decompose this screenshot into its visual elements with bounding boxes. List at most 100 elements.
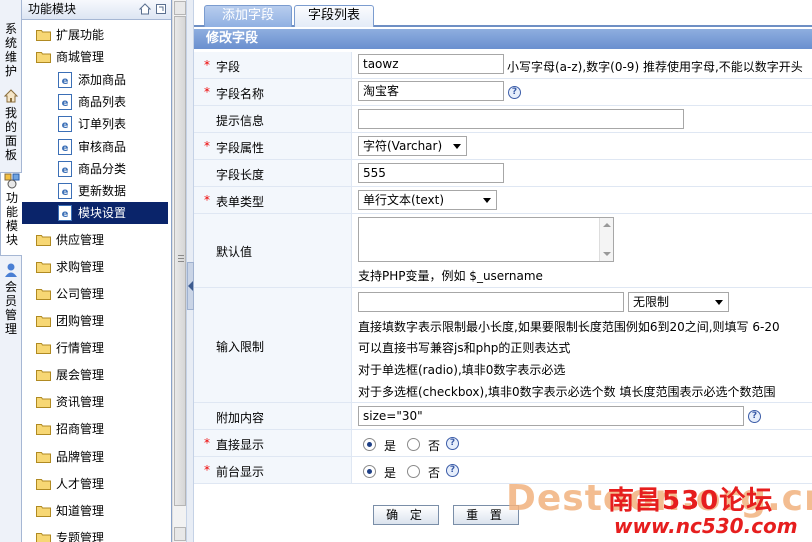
module-tree-panel: 功能模块 扩展功能 商城管理 e 添加商品 e 商品列表 e 订单列表 e 审核商品 e 商品分类 e 更…	[22, 0, 172, 542]
help-icon[interactable]: ?	[748, 410, 761, 423]
row-default: 默认值 支持PHP变量，例如 $_username	[194, 214, 812, 288]
attr-select[interactable]: 字符(Varchar)	[358, 136, 467, 156]
default-textarea[interactable]	[358, 217, 614, 262]
tree-item[interactable]: 商城管理	[22, 46, 168, 68]
help-icon[interactable]: ?	[446, 437, 459, 450]
direct-show-yes-label: 是	[384, 439, 397, 453]
field-name-input[interactable]: 淘宝客	[358, 81, 504, 101]
row-tip: 提示信息	[194, 106, 812, 133]
tab-bar: 添加字段 字段列表	[194, 0, 812, 27]
side-tab-modules[interactable]: 功能模块	[0, 172, 23, 256]
tree-item[interactable]: e 审核商品	[22, 136, 168, 158]
tree-item[interactable]: 专题管理	[22, 527, 168, 542]
folder-icon	[36, 262, 51, 273]
form-type-select-value: 单行文本(text)	[363, 193, 445, 207]
scroll-down-arrow[interactable]	[174, 527, 186, 541]
tip-input[interactable]	[358, 109, 684, 129]
tree-item[interactable]: 知道管理	[22, 500, 168, 522]
limit-input[interactable]	[358, 292, 624, 312]
tree-item-label: 审核商品	[78, 140, 127, 154]
modules-icon	[4, 173, 20, 189]
folder-icon	[36, 370, 51, 381]
tab-add-field[interactable]: 添加字段	[204, 5, 292, 27]
direct-show-no-radio[interactable]	[407, 438, 420, 451]
svg-text:e: e	[62, 76, 69, 87]
row-length: 字段长度 555	[194, 160, 812, 187]
help-icon[interactable]: ?	[508, 86, 521, 99]
page-icon: e	[58, 205, 72, 221]
front-show-yes-label: 是	[384, 466, 397, 480]
tree-item[interactable]: 品牌管理	[22, 446, 168, 468]
tree-item[interactable]: 求购管理	[22, 256, 168, 278]
front-show-yes-radio[interactable]	[363, 465, 376, 478]
tree-scrollbar[interactable]	[172, 0, 186, 542]
tree-item[interactable]: e 更新数据	[22, 180, 168, 202]
folder-icon	[36, 316, 51, 327]
front-show-no-radio[interactable]	[407, 465, 420, 478]
tree-item-label: 添加商品	[78, 73, 127, 87]
folder-icon	[36, 506, 51, 517]
form-type-select[interactable]: 单行文本(text)	[358, 190, 497, 210]
tree-item[interactable]: 扩展功能	[22, 24, 168, 46]
tree-item[interactable]: 团购管理	[22, 310, 168, 332]
collapse-left-icon	[188, 281, 193, 291]
tree-item[interactable]: 招商管理	[22, 418, 168, 440]
tree-item[interactable]: 展会管理	[22, 364, 168, 386]
row-field-name: * 字段名称 淘宝客 ?	[194, 79, 812, 106]
default-hint: 支持PHP变量，例如 $_username	[358, 269, 543, 283]
textarea-scrollbar[interactable]	[599, 218, 613, 261]
tree-item[interactable]: 人才管理	[22, 473, 168, 495]
row-attr: * 字段属性 字符(Varchar)	[194, 133, 812, 160]
length-input[interactable]: 555	[358, 163, 504, 183]
chevron-down-icon	[483, 198, 491, 203]
default-label: 默认值	[216, 245, 253, 259]
tree-item-label: 公司管理	[56, 287, 105, 301]
tree-item-label: 团购管理	[56, 314, 105, 328]
side-tab-system[interactable]: 系统维护	[0, 22, 22, 78]
tree-item-label: 资讯管理	[56, 395, 105, 409]
side-tab-members[interactable]: 会员管理	[0, 262, 22, 336]
reset-button[interactable]: 重 置	[453, 505, 519, 525]
field-hint: 小写字母(a-z),数字(0-9) 推荐使用字母,不能以数字开头	[507, 60, 803, 74]
tab-field-list[interactable]: 字段列表	[294, 5, 374, 27]
scroll-thumb[interactable]	[174, 16, 186, 506]
refresh-icon[interactable]	[155, 3, 167, 15]
row-extra: 附加内容 size="30" ?	[194, 403, 812, 430]
side-tab-panel[interactable]: 我的面板	[0, 88, 22, 162]
limit-hint-2: 可以直接书写兼容js和php的正则表达式	[358, 341, 571, 355]
row-field: * 字段 taowz 小写字母(a-z),数字(0-9) 推荐使用字母,不能以数字…	[194, 52, 812, 79]
scroll-up-arrow[interactable]	[174, 1, 186, 15]
tree-item[interactable]: e 模块设置	[22, 202, 168, 224]
side-tab-panel-label: 我的面板	[4, 106, 17, 162]
chevron-down-icon	[453, 144, 461, 149]
tree-item-label: 行情管理	[56, 341, 105, 355]
tree-item[interactable]: 公司管理	[22, 283, 168, 305]
tree-item[interactable]: e 添加商品	[22, 69, 168, 91]
tree-item[interactable]: 供应管理	[22, 229, 168, 251]
collapse-handle[interactable]	[187, 262, 194, 310]
limit-hint-4: 对于多选框(checkbox),填非0数字表示必选个数 填长度范围表示必选个数范…	[358, 385, 776, 399]
tree-header: 功能模块	[22, 0, 171, 20]
tree-item-label: 供应管理	[56, 233, 105, 247]
direct-show-no-label: 否	[428, 439, 441, 453]
tree-item[interactable]: e 商品分类	[22, 158, 168, 180]
field-input[interactable]: taowz	[358, 54, 504, 74]
limit-select[interactable]: 无限制	[628, 292, 729, 312]
tree-item-label: 专题管理	[56, 531, 105, 542]
home-icon	[3, 89, 19, 103]
confirm-button[interactable]: 确 定	[373, 505, 439, 525]
extra-input[interactable]: size="30"	[358, 406, 744, 426]
help-icon[interactable]: ?	[446, 464, 459, 477]
tree-item[interactable]: e 商品列表	[22, 91, 168, 113]
home-small-icon[interactable]	[139, 3, 151, 15]
field-name-label: 字段名称	[216, 87, 265, 101]
panel-splitter[interactable]	[186, 0, 194, 542]
tree-item[interactable]: e 订单列表	[22, 113, 168, 135]
tree-title: 功能模块	[28, 2, 77, 16]
limit-label: 输入限制	[216, 340, 265, 354]
tree-item[interactable]: 资讯管理	[22, 391, 168, 413]
tree-item[interactable]: 行情管理	[22, 337, 168, 359]
direct-show-yes-radio[interactable]	[363, 438, 376, 451]
page-icon: e	[58, 72, 72, 88]
chevron-down-icon	[715, 300, 723, 305]
